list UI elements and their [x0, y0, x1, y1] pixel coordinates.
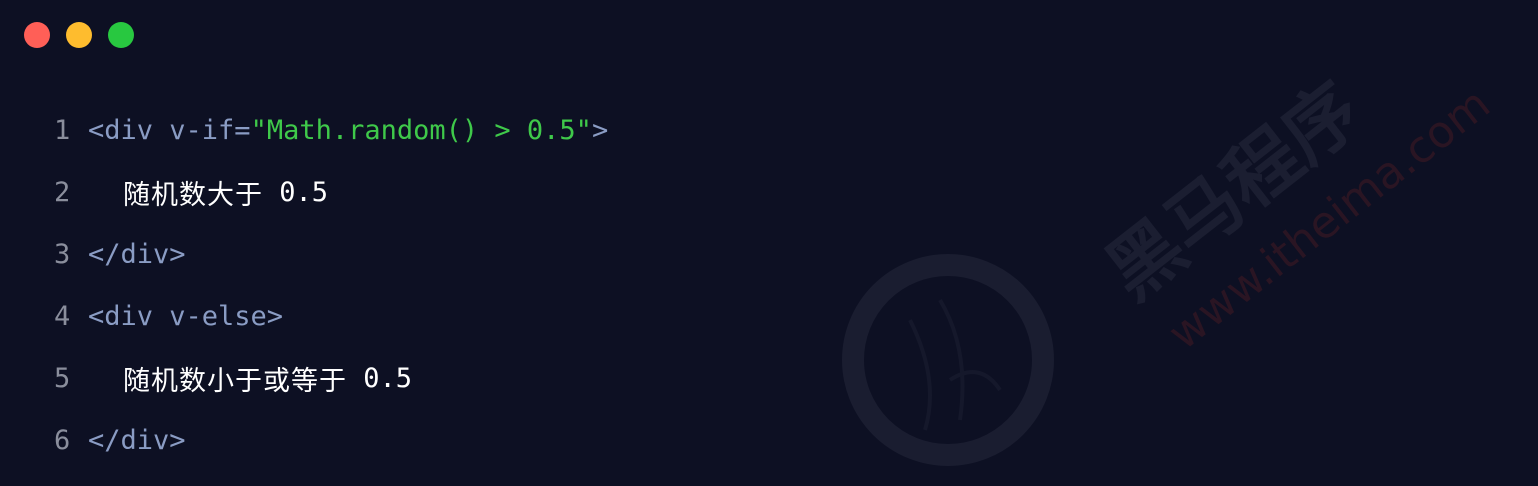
close-button[interactable]	[24, 22, 50, 48]
window-controls	[24, 22, 134, 48]
text-content: 随机数大于	[123, 179, 263, 211]
line-number: 2	[54, 176, 71, 208]
tag-close: </div>	[88, 424, 186, 456]
line-number: 3	[54, 238, 71, 270]
code-block: 1 <div v-if= "Math.random() > 0.5" > 2 随机数…	[0, 99, 1538, 471]
code-line: 4 <div v-else>	[0, 285, 1538, 347]
code-line: 3 </div>	[0, 223, 1538, 285]
code-line: 5 随机数小于或等于 0.5	[0, 347, 1538, 409]
line-number: 6	[54, 424, 71, 456]
number-literal: 0.5	[263, 176, 329, 208]
attribute-name: v-if=	[153, 114, 251, 146]
line-number: 5	[54, 362, 71, 394]
line-number: 4	[54, 300, 71, 332]
tag-open: <div	[88, 114, 154, 146]
minimize-button[interactable]	[66, 22, 92, 48]
attribute-value: "Math.random() > 0.5"	[250, 114, 592, 146]
code-line: 6 </div>	[0, 409, 1538, 471]
code-line: 2 随机数大于 0.5	[0, 161, 1538, 223]
code-window: 黑马程序 www.itheima.com 1 <div v-if= "Math.r…	[0, 0, 1538, 486]
maximize-button[interactable]	[108, 22, 134, 48]
tag-close: >	[591, 114, 609, 146]
tag-open: <div v-else>	[88, 300, 284, 332]
text-content: 随机数小于或等于	[123, 365, 347, 397]
line-number: 1	[54, 114, 71, 146]
tag-close: </div>	[88, 238, 186, 270]
number-literal: 0.5	[347, 362, 413, 394]
code-line: 1 <div v-if= "Math.random() > 0.5" >	[0, 99, 1538, 161]
